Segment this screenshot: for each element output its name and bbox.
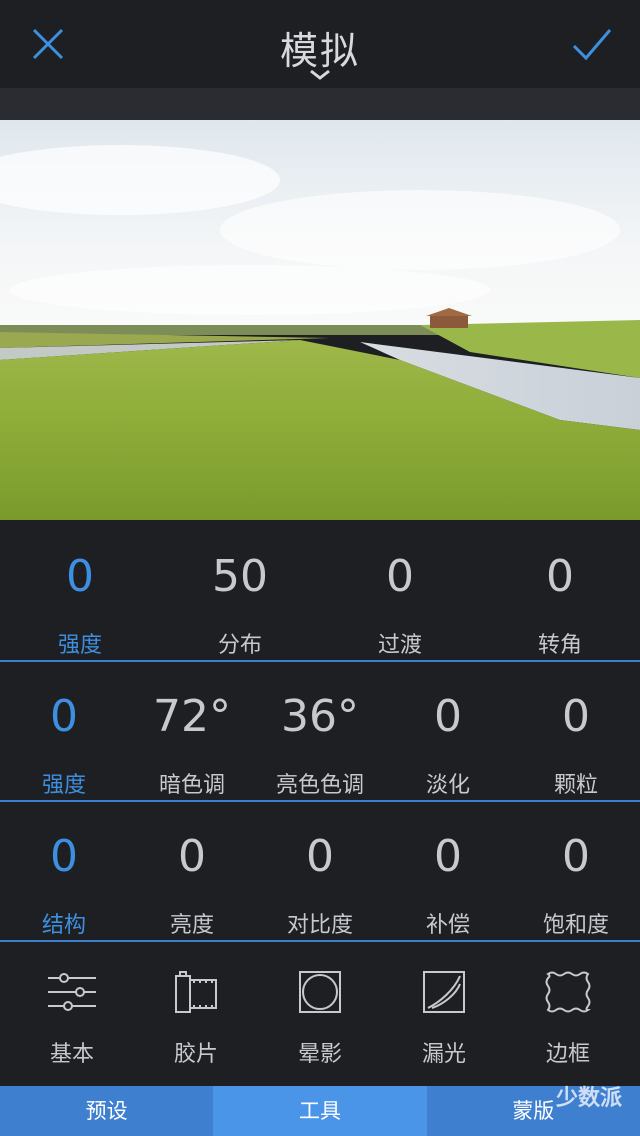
tool-basic[interactable]: 基本: [10, 968, 134, 1068]
param-label: 过渡: [377, 633, 422, 658]
param-grain[interactable]: 0 颗粒: [512, 685, 640, 799]
param-corner[interactable]: 0 转角: [480, 545, 640, 659]
param-label: 淡化: [425, 773, 470, 798]
sliders-icon: [48, 973, 96, 1011]
border-icon: [545, 971, 591, 1013]
param-value: 0: [434, 691, 462, 742]
header-strip: [0, 88, 640, 120]
param-value: 50: [212, 551, 268, 602]
tool-light-leak[interactable]: 漏光: [382, 968, 506, 1068]
tone-params-row: 0 强度 72° 暗色调 36° 亮色色调 0 淡化 0 颗粒: [0, 685, 640, 799]
param-label: 强度: [57, 633, 102, 658]
tool-vignette[interactable]: 晕影: [258, 968, 382, 1068]
tool-film[interactable]: 胶片: [134, 968, 258, 1068]
tool-label: 边框: [545, 1042, 590, 1067]
param-intensity[interactable]: 0 强度: [0, 545, 160, 659]
param-shadow-tone[interactable]: 72° 暗色调: [128, 685, 256, 799]
param-value: 0: [50, 691, 78, 742]
tool-categories: 基本 胶片 晕影 漏光 边框: [0, 968, 640, 1068]
param-label: 亮度: [169, 913, 214, 938]
chevron-down-icon[interactable]: [308, 68, 332, 82]
param-value: 0: [66, 551, 94, 602]
tool-border[interactable]: 边框: [506, 968, 630, 1068]
param-value: 0: [386, 551, 414, 602]
top-bar: 模拟: [0, 0, 640, 88]
param-value: 0: [306, 831, 334, 882]
page-title[interactable]: 模拟: [0, 20, 640, 75]
param-label: 分布: [217, 633, 262, 658]
light-leak-icon: [423, 971, 465, 1013]
param-contrast[interactable]: 0 对比度: [256, 825, 384, 939]
row-divider: [0, 660, 640, 662]
bottom-tab-bar: 预设 工具 蒙版: [0, 1086, 640, 1136]
param-value: 0: [50, 831, 78, 882]
param-highlight-tone[interactable]: 36° 亮色色调: [256, 685, 384, 799]
row-divider: [0, 940, 640, 942]
tool-label: 基本: [49, 1042, 94, 1067]
param-label: 对比度: [286, 913, 353, 938]
param-label: 颗粒: [553, 773, 598, 798]
param-transition[interactable]: 0 过渡: [320, 545, 480, 659]
param-compensation[interactable]: 0 补偿: [384, 825, 512, 939]
param-label: 补偿: [425, 913, 470, 938]
row-divider: [0, 800, 640, 802]
param-label: 亮色色调: [275, 773, 364, 798]
param-value: 0: [562, 831, 590, 882]
tool-label: 晕影: [297, 1042, 342, 1067]
tool-label: 胶片: [173, 1042, 218, 1067]
param-label: 转角: [537, 633, 582, 658]
param-value: 0: [178, 831, 206, 882]
film-icon: [175, 971, 217, 1013]
param-label: 饱和度: [542, 913, 609, 938]
basic-params-row: 0 结构 0 亮度 0 对比度 0 补偿 0 饱和度: [0, 825, 640, 939]
tab-presets[interactable]: 预设: [0, 1086, 213, 1136]
photo-preview: [0, 120, 640, 520]
param-value: 0: [434, 831, 462, 882]
vignette-params-row: 0 强度 50 分布 0 过渡 0 转角: [0, 545, 640, 659]
param-value: 0: [562, 691, 590, 742]
param-intensity[interactable]: 0 强度: [0, 685, 128, 799]
param-value: 0: [546, 551, 574, 602]
param-value: 36°: [281, 691, 359, 742]
param-structure[interactable]: 0 结构: [0, 825, 128, 939]
tool-label: 漏光: [421, 1042, 466, 1067]
param-label: 暗色调: [158, 773, 225, 798]
param-label: 强度: [41, 773, 86, 798]
param-fade[interactable]: 0 淡化: [384, 685, 512, 799]
vignette-icon: [299, 971, 341, 1013]
param-value: 72°: [153, 691, 231, 742]
tab-tools[interactable]: 工具: [213, 1086, 427, 1136]
param-distribution[interactable]: 50 分布: [160, 545, 320, 659]
watermark-logo: 少数派: [555, 1086, 622, 1111]
param-brightness[interactable]: 0 亮度: [128, 825, 256, 939]
param-label: 结构: [41, 913, 86, 938]
param-saturation[interactable]: 0 饱和度: [512, 825, 640, 939]
confirm-check-icon[interactable]: [570, 22, 614, 66]
